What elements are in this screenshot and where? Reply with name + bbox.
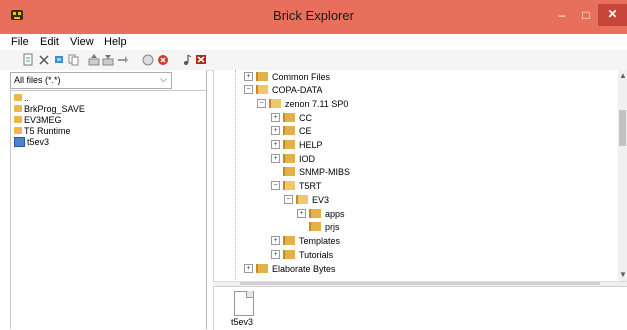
list-item[interactable]: t5ev3 [14, 136, 49, 147]
tree-node-ev3[interactable]: − EV3 [284, 194, 329, 206]
folder-icon [283, 140, 295, 150]
horizontal-scrollbar-thumb[interactable] [240, 282, 600, 285]
expand-icon[interactable]: + [244, 72, 253, 82]
tree-node-templates[interactable]: + Templates [271, 235, 340, 247]
file-filter-dropdown[interactable]: All files (*.*) ⌵ [10, 72, 172, 89]
folder-icon [283, 113, 295, 123]
expand-icon[interactable]: + [271, 250, 280, 260]
tree-node-zenon[interactable]: − zenon 7.11 SP0 [257, 98, 348, 110]
file-filter-value: All files (*.*) [14, 75, 61, 85]
tree-node-tutorials[interactable]: + Tutorials [271, 249, 333, 261]
tree-node-help[interactable]: + HELP [271, 139, 323, 151]
copy-icon[interactable] [67, 53, 79, 66]
expand-icon[interactable]: + [271, 236, 280, 246]
tree-node-t5rt[interactable]: − T5RT [271, 180, 321, 192]
left-pane: All files (*.*) ⌵ .. BrkProg_SAVE EV3MEG… [0, 70, 207, 329]
chevron-down-icon: ⌵ [160, 74, 167, 84]
menu-edit[interactable]: Edit [40, 36, 59, 48]
tree-node-common-files[interactable]: + Common Files [244, 71, 330, 83]
delete-icon[interactable] [38, 53, 50, 66]
toolbar [0, 50, 627, 71]
tree-node-elaborate-bytes[interactable]: + Elaborate Bytes [244, 263, 336, 275]
menu-view[interactable]: View [70, 36, 94, 48]
vertical-scrollbar-thumb[interactable] [619, 110, 626, 146]
list-item[interactable]: EV3MEG [14, 115, 62, 125]
folder-icon [14, 105, 22, 113]
folder-open-icon [269, 99, 281, 109]
file-view-pane [213, 286, 627, 330]
minimize-button[interactable]: – [548, 5, 576, 25]
tree-node-apps[interactable]: + apps [297, 208, 345, 220]
expand-icon[interactable]: + [271, 113, 280, 123]
window-title: Brick Explorer [273, 8, 354, 23]
collapse-icon[interactable]: − [257, 99, 266, 109]
folder-icon [14, 127, 22, 135]
collapse-icon[interactable]: − [284, 195, 293, 205]
collapse-icon[interactable]: − [271, 181, 280, 191]
expand-icon[interactable]: + [271, 126, 280, 136]
scroll-down-icon[interactable]: ▼ [619, 270, 627, 279]
tree-node-cc[interactable]: + CC [271, 112, 312, 124]
new-file-icon[interactable] [22, 53, 34, 66]
expand-icon[interactable]: + [244, 264, 253, 274]
cancel-icon[interactable] [157, 53, 169, 66]
folder-icon [309, 209, 321, 219]
menu-help[interactable]: Help [104, 36, 127, 48]
list-item[interactable]: BrkProg_SAVE [14, 104, 85, 114]
list-item[interactable]: .. [14, 93, 29, 103]
image-file-icon [14, 136, 25, 147]
folder-icon [14, 94, 22, 102]
expand-icon[interactable]: + [297, 209, 306, 219]
tree-node-prjs[interactable]: prjs [297, 221, 340, 233]
vertical-scrollbar[interactable] [618, 70, 627, 281]
tree-node-iod[interactable]: + IOD [271, 153, 315, 165]
folder-open-icon [256, 85, 268, 95]
folder-icon [256, 72, 268, 82]
music-icon[interactable] [180, 53, 192, 66]
folder-open-icon [283, 181, 295, 191]
collapse-icon[interactable]: − [244, 85, 253, 95]
download-icon[interactable] [102, 53, 114, 66]
menu-bar: File Edit View Help [0, 34, 627, 50]
folder-icon [283, 167, 295, 177]
expand-icon[interactable]: + [271, 154, 280, 164]
stop-icon[interactable] [142, 53, 154, 66]
menu-file[interactable]: File [11, 36, 29, 48]
folder-open-icon [296, 195, 308, 205]
tool-icon[interactable] [53, 53, 65, 66]
folder-icon [283, 126, 295, 136]
tree-node-ce[interactable]: + CE [271, 125, 312, 137]
file-icon-fold [246, 291, 253, 298]
folder-icon [283, 154, 295, 164]
folder-icon [256, 264, 268, 274]
tree-node-copa-data[interactable]: − COPA-DATA [244, 84, 323, 96]
close-button[interactable]: ✕ [598, 4, 627, 26]
upload-icon[interactable] [88, 53, 100, 66]
folder-icon [283, 236, 295, 246]
folder-icon [14, 116, 22, 124]
scroll-up-icon[interactable]: ▲ [619, 71, 627, 80]
arrow-icon[interactable] [117, 53, 129, 66]
maximize-button[interactable]: □ [574, 5, 598, 25]
file-label[interactable]: t5ev3 [231, 317, 253, 327]
tree-guide-line [235, 70, 237, 280]
title-bar: Brick Explorer – □ ✕ [0, 0, 627, 34]
close-program-icon[interactable] [195, 53, 207, 66]
folder-icon [283, 250, 295, 260]
list-item[interactable]: T5 Runtime [14, 126, 71, 136]
expand-icon[interactable]: + [271, 140, 280, 150]
tree-node-snmp-mibs[interactable]: SNMP-MIBS [271, 166, 350, 178]
folder-icon [309, 222, 321, 232]
